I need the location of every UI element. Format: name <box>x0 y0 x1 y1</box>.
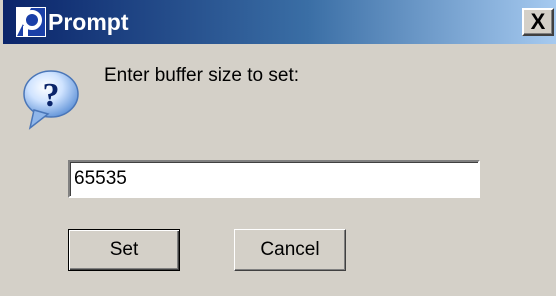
buffer-size-input[interactable] <box>68 160 480 198</box>
prompt-dialog: Prompt X ? Enter buffer size to set: Set… <box>0 0 556 296</box>
cancel-button[interactable]: Cancel <box>234 229 346 271</box>
set-button[interactable]: Set <box>68 229 180 271</box>
window-title: Prompt <box>48 9 129 35</box>
prompt-label: Enter buffer size to set: <box>104 65 300 86</box>
svg-text:?: ? <box>43 77 60 114</box>
app-icon <box>15 6 47 38</box>
close-button[interactable]: X <box>522 8 554 36</box>
question-icon: ? <box>18 66 88 134</box>
title-bar[interactable]: Prompt X <box>3 0 556 44</box>
close-icon: X <box>530 9 546 34</box>
